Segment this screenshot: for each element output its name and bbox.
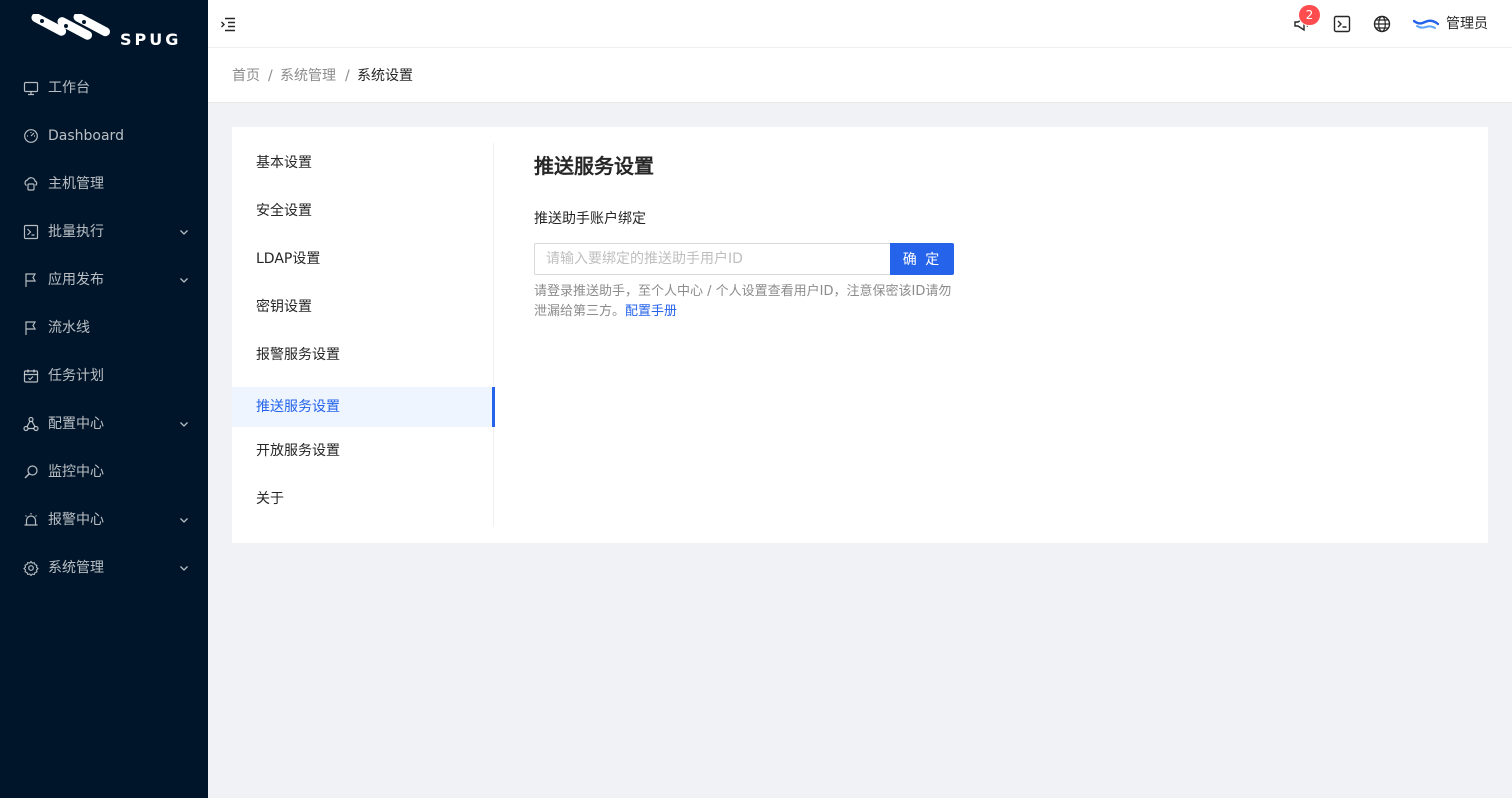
settings-tab-label: 基本设置	[256, 155, 312, 171]
sidebar-item-config-center[interactable]: 配置中心	[0, 404, 208, 444]
terminal-icon[interactable]	[1332, 14, 1352, 34]
sidebar-item-app-release[interactable]: 应用发布	[0, 260, 208, 300]
dashboard-icon	[24, 129, 38, 143]
desktop-icon	[23, 81, 39, 96]
page-title: 推送服务设置	[534, 154, 654, 178]
sidebar-item-label: 任务计划	[48, 368, 104, 384]
sidebar-item-pipeline[interactable]: 流水线	[0, 308, 208, 348]
sidebar-item-label: 工作台	[48, 80, 90, 96]
spug-logo-icon	[31, 14, 110, 40]
config-manual-link[interactable]: 配置手册	[625, 304, 677, 319]
breadcrumb-separator: /	[345, 68, 350, 84]
settings-menu: 基本设置 安全设置 LDAP设置 密钥设置 报警服务设置 推送服务设置 开放服务…	[232, 143, 495, 527]
schedule-icon	[23, 369, 39, 383]
chevron-down-icon	[180, 566, 188, 571]
monitor-icon	[24, 465, 38, 479]
settings-tab-label: 推送服务设置	[256, 399, 340, 415]
sidebar: SPUG 工作台 Dashboard 主机管理 批量执行 应用发布 流水线 任务…	[0, 0, 208, 798]
user-name[interactable]: 管理员	[1446, 14, 1488, 34]
sidebar-item-host-management[interactable]: 主机管理	[0, 164, 208, 204]
field-label: 推送助手账户绑定	[534, 211, 646, 227]
chevron-down-icon	[180, 230, 188, 235]
flag-icon	[25, 273, 37, 287]
breadcrumb-system-management[interactable]: 系统管理	[280, 66, 336, 86]
terminal-icon	[23, 224, 39, 240]
settings-tab-label: 报警服务设置	[256, 347, 340, 363]
settings-tab-keys[interactable]: 密钥设置	[232, 287, 494, 327]
brand-name: SPUG	[120, 30, 182, 49]
sidebar-item-label: 批量执行	[48, 224, 104, 240]
sidebar-item-schedule[interactable]: 任务计划	[0, 356, 208, 396]
user-id-input[interactable]	[534, 243, 891, 275]
flag-icon	[25, 321, 37, 335]
settings-tab-open-service[interactable]: 开放服务设置	[232, 431, 494, 471]
notification-badge: 2	[1299, 5, 1320, 25]
sidebar-item-label: 主机管理	[48, 176, 104, 192]
sidebar-item-monitor-center[interactable]: 监控中心	[0, 452, 208, 492]
sidebar-item-workbench[interactable]: 工作台	[0, 68, 208, 108]
help-text: 请登录推送助手，至个人中心 / 个人设置查看用户ID，注意保密该ID请勿泄漏给第…	[534, 282, 954, 322]
settings-tab-basic[interactable]: 基本设置	[232, 143, 494, 183]
sidebar-item-label: 配置中心	[48, 416, 104, 432]
breadcrumb: 首页 / 系统管理 / 系统设置	[208, 48, 1512, 103]
settings-tab-label: 密钥设置	[256, 299, 312, 315]
sidebar-item-label: 监控中心	[48, 464, 104, 480]
settings-tab-ldap[interactable]: LDAP设置	[232, 239, 494, 279]
settings-tab-label: LDAP设置	[256, 251, 321, 267]
setting-icon	[23, 560, 39, 576]
breadcrumb-current: 系统设置	[357, 68, 413, 84]
alert-icon	[24, 513, 38, 526]
confirm-button[interactable]: 确 定	[890, 243, 954, 275]
settings-card: 基本设置 安全设置 LDAP设置 密钥设置 报警服务设置 推送服务设置 开放服务…	[232, 127, 1488, 543]
chevron-down-icon	[180, 518, 188, 523]
sidebar-item-alert-center[interactable]: 报警中心	[0, 500, 208, 540]
settings-tab-alarm-service[interactable]: 报警服务设置	[232, 335, 494, 375]
sidebar-item-label: 流水线	[48, 320, 90, 336]
sidebar-item-label: 报警中心	[48, 512, 104, 528]
chevron-down-icon	[180, 422, 188, 427]
settings-tab-security[interactable]: 安全设置	[232, 191, 494, 231]
cloud-server-icon	[24, 177, 38, 191]
settings-tab-label: 安全设置	[256, 203, 312, 219]
sidebar-item-system-management[interactable]: 系统管理	[0, 548, 208, 588]
settings-tab-label: 开放服务设置	[256, 443, 340, 459]
globe-icon[interactable]	[1372, 14, 1392, 34]
chevron-down-icon	[180, 278, 188, 283]
sidebar-item-dashboard[interactable]: Dashboard	[0, 116, 208, 156]
help-text-body: 请登录推送助手，至个人中心 / 个人设置查看用户ID，注意保密该ID请勿泄漏给第…	[534, 284, 952, 319]
sidebar-item-label: 应用发布	[48, 272, 104, 288]
sidebar-item-label: Dashboard	[48, 128, 124, 144]
settings-tab-label: 关于	[256, 491, 284, 507]
breadcrumb-home[interactable]: 首页	[232, 66, 260, 86]
sidebar-item-label: 系统管理	[48, 560, 104, 576]
cluster-icon	[23, 416, 39, 432]
brand-logo[interactable]: SPUG	[28, 14, 188, 54]
settings-tab-about[interactable]: 关于	[232, 479, 494, 519]
sidebar-item-batch-exec[interactable]: 批量执行	[0, 212, 208, 252]
breadcrumb-separator: /	[268, 68, 273, 84]
settings-tab-push-service[interactable]: 推送服务设置	[232, 387, 495, 427]
menu-fold-icon[interactable]	[219, 14, 239, 34]
avatar-icon[interactable]	[1413, 17, 1439, 31]
